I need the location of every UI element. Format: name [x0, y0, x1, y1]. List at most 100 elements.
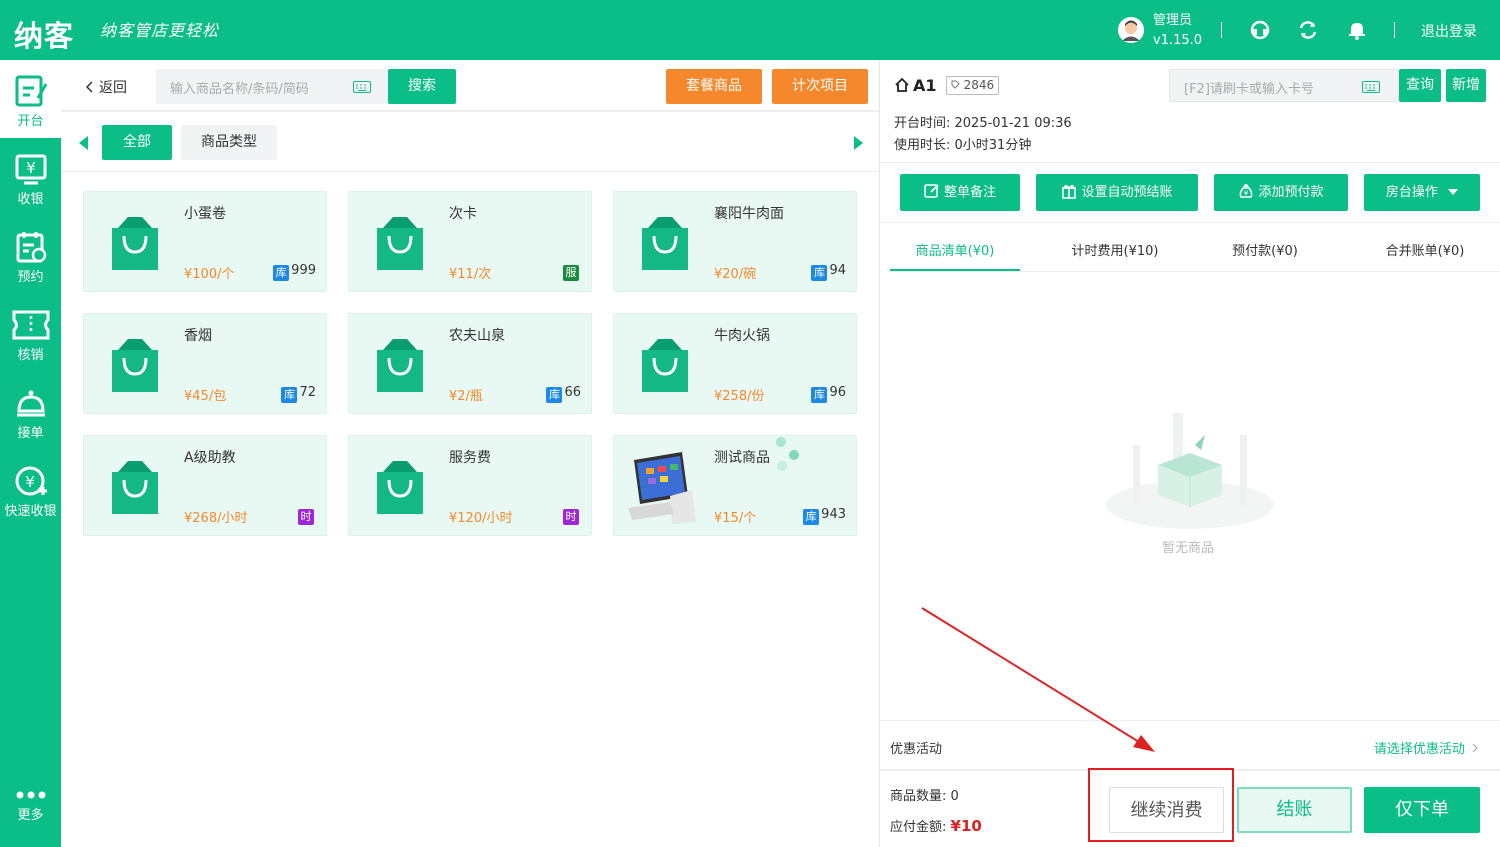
shopping-bag-icon: [377, 217, 423, 270]
more-dots-icon: [16, 791, 45, 799]
keyboard-icon[interactable]: [353, 81, 371, 93]
product-card[interactable]: 牛肉火锅 ¥258/份 库 96: [613, 313, 857, 414]
table-code-badge: 2846: [946, 76, 999, 95]
usage-duration: 使用时长: 0小时31分钟: [894, 138, 1032, 153]
sidebar-item-more[interactable]: 更多: [0, 788, 61, 823]
shopping-bag-icon: [112, 461, 158, 514]
table-name-text: A1: [913, 76, 937, 95]
sidebar: 开台 ¥ 收银 预约 核销 接单 ¥ 快速收银 更多: [0, 60, 61, 847]
sidebar-item-take-order[interactable]: 接单: [0, 386, 61, 441]
logout-button[interactable]: 退出登录: [1421, 21, 1477, 41]
sidebar-item-label: 快速收银: [4, 504, 57, 519]
query-button[interactable]: 查询: [1399, 69, 1441, 102]
order-panel: A1 2846 [F2]请刷卡或输入卡号 查询 新增 开台时间: 2025-01…: [880, 60, 1500, 847]
sidebar-item-cashier[interactable]: ¥ 收银: [0, 152, 61, 207]
select-promotion-link[interactable]: 请选择优惠活动: [1374, 738, 1478, 757]
tab-prepayments[interactable]: 预付款(¥0): [1200, 240, 1330, 259]
product-card[interactable]: 小蛋卷 ¥100/个 库 999: [83, 191, 327, 292]
product-stock: 库 94: [811, 263, 846, 281]
product-price: ¥2/瓶: [449, 389, 483, 404]
headset-icon[interactable]: [1250, 20, 1270, 40]
sidebar-item-verify[interactable]: 核销: [0, 308, 61, 363]
search-bar: 返回 输入商品名称/条码/简码 搜索 套餐商品 计次项目: [61, 60, 879, 112]
shopping-bag-icon: [112, 217, 158, 270]
auto-pre-checkout-button[interactable]: 设置自动预结账: [1036, 174, 1198, 211]
count-items-button[interactable]: 计次项目: [772, 69, 868, 104]
product-name: 襄阳牛肉面: [714, 206, 784, 222]
sidebar-item-reservation[interactable]: 预约: [0, 230, 61, 285]
svg-text:¥: ¥: [1244, 190, 1249, 198]
add-prepayment-label: 添加预付款: [1258, 185, 1324, 200]
product-search-input[interactable]: 输入商品名称/条码/简码: [156, 69, 389, 104]
section-divider: [880, 222, 1500, 223]
product-price: ¥45/包: [184, 389, 227, 404]
product-name: 小蛋卷: [184, 206, 226, 222]
header-divider: [1221, 22, 1222, 38]
top-bar: 纳客 纳客管店更轻松 管理员 v1.15.0 退出登录: [0, 0, 1500, 60]
product-card[interactable]: 次卡 ¥11/次 服: [348, 191, 592, 292]
stock-count: 943: [821, 507, 846, 522]
category-all[interactable]: 全部: [102, 125, 172, 160]
product-card[interactable]: 襄阳牛肉面 ¥20/碗 库 94: [613, 191, 857, 292]
cashier-icon: ¥: [15, 154, 46, 185]
package-products-button[interactable]: 套餐商品: [666, 69, 762, 104]
add-prepayment-button[interactable]: ¥ 添加预付款: [1214, 174, 1348, 211]
home-icon: [895, 77, 909, 92]
product-stock: 库 72: [281, 385, 316, 403]
member-card-input[interactable]: [F2]请刷卡或输入卡号: [1169, 69, 1399, 102]
time-tag: 时: [298, 509, 314, 525]
tab-merged-bills[interactable]: 合并账单(¥0): [1360, 240, 1490, 259]
back-button[interactable]: 返回: [85, 77, 127, 97]
caret-down-icon: [1448, 189, 1459, 195]
shopping-bag-icon: [377, 461, 423, 514]
product-card[interactable]: A级助教 ¥268/小时 时: [83, 435, 327, 536]
shopping-bag-icon: [642, 339, 688, 392]
edit-icon: [924, 184, 939, 198]
tab-product-list[interactable]: 商品清单(¥0): [890, 240, 1020, 259]
product-name: A级助教: [184, 450, 236, 466]
category-product-type[interactable]: 商品类型: [181, 125, 277, 160]
bell-icon[interactable]: [1347, 20, 1367, 40]
shopping-bag-icon: [112, 339, 158, 392]
product-name: 农夫山泉: [449, 328, 505, 344]
user-info: 管理员 v1.15.0: [1153, 11, 1202, 51]
sync-icon[interactable]: [1298, 20, 1318, 40]
open-table-icon: [15, 75, 47, 107]
place-order-only-button[interactable]: 仅下单: [1364, 787, 1480, 833]
open-time: 开台时间: 2025-01-21 09:36: [894, 116, 1072, 131]
tab-time-charges[interactable]: 计时费用(¥10): [1050, 240, 1180, 259]
sidebar-item-label: 收银: [17, 192, 44, 207]
room-operations-dropdown[interactable]: 房台操作: [1364, 174, 1480, 211]
svg-text:¥: ¥: [25, 473, 35, 491]
sidebar-item-open-table[interactable]: 开台: [0, 60, 61, 138]
keyboard-icon[interactable]: [1362, 81, 1380, 93]
product-name: 测试商品: [714, 450, 770, 466]
caret-right-icon[interactable]: [854, 136, 863, 150]
product-stock: 库 96: [811, 385, 846, 403]
product-price: ¥268/小时: [184, 511, 248, 526]
search-button[interactable]: 搜索: [388, 69, 456, 104]
product-price: ¥11/次: [449, 267, 492, 282]
section-divider: [880, 720, 1500, 721]
auto-pre-checkout-label: 设置自动预结账: [1081, 185, 1173, 200]
product-card[interactable]: 农夫山泉 ¥2/瓶 库 66: [348, 313, 592, 414]
category-bar: 全部 商品类型: [61, 112, 879, 172]
user-avatar[interactable]: [1118, 17, 1144, 43]
service-bell-icon: [16, 390, 45, 417]
sidebar-item-quick-cashier[interactable]: ¥ 快速收银: [0, 464, 61, 519]
order-remark-button[interactable]: 整单备注: [900, 174, 1020, 211]
highlight-box-annotation: [1088, 768, 1234, 842]
add-member-button[interactable]: 新增: [1446, 69, 1486, 102]
shopping-bag-icon: [642, 217, 688, 270]
product-card[interactable]: 香烟 ¥45/包 库 72: [83, 313, 327, 414]
stock-tag: 库: [811, 265, 828, 281]
caret-left-icon[interactable]: [79, 136, 88, 150]
product-card[interactable]: 服务费 ¥120/小时 时: [348, 435, 592, 536]
product-stock: 库 66: [546, 385, 581, 403]
tab-divider: [890, 271, 1500, 272]
app-version: v1.15.0: [1153, 33, 1203, 48]
checkout-button[interactable]: 结账: [1237, 787, 1352, 833]
product-card[interactable]: 测试商品 ¥15/个 库 943: [613, 435, 857, 536]
loading-spinner-icon: [776, 437, 799, 471]
stock-tag: 库: [811, 387, 828, 403]
